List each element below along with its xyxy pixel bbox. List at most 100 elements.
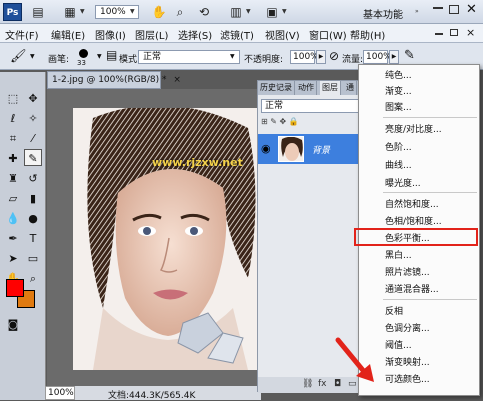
layer-blend-mode-select[interactable]: 正常 xyxy=(261,99,365,113)
close-icon[interactable]: ✕ xyxy=(466,2,477,17)
minimize-icon[interactable] xyxy=(433,6,443,9)
brush-panel-icon[interactable]: ▤ xyxy=(106,48,117,62)
chevron-down-icon[interactable]: ▼ xyxy=(246,8,251,15)
portrait-photo[interactable] xyxy=(73,108,263,370)
opacity-label: 不透明度: xyxy=(244,55,284,65)
clone-stamp-tool-icon[interactable]: ♜ xyxy=(4,170,22,187)
highlight-box xyxy=(354,228,478,246)
menu-file[interactable]: 文件(F) xyxy=(5,27,39,42)
chevron-down-icon[interactable]: ▼ xyxy=(130,8,135,15)
blend-mode-select[interactable]: 正常 xyxy=(138,50,240,64)
menu-item-2-5[interactable]: 通道混合器... xyxy=(359,283,481,298)
quick-mask-icon[interactable]: ◙ xyxy=(4,316,22,333)
menu-window[interactable]: 窗口(W) xyxy=(309,27,347,42)
flow-stepper[interactable]: ▶ xyxy=(389,50,399,64)
menu-item-2-0[interactable]: 自然饱和度... xyxy=(359,198,481,213)
opacity-input[interactable]: 100% xyxy=(290,50,319,64)
move-tool-icon[interactable]: ✥ xyxy=(24,90,42,107)
spot-heal-tool-icon[interactable]: ✚ xyxy=(4,150,22,167)
menu-separator xyxy=(383,299,477,300)
layer-style-icon[interactable]: fx xyxy=(318,379,327,389)
menu-item-0-2[interactable]: 图案... xyxy=(359,101,481,116)
brush-tool-icon[interactable]: 🖌 xyxy=(10,49,27,64)
menu-layer[interactable]: 图层(L) xyxy=(135,27,168,42)
menu-item-0-0[interactable]: 纯色... xyxy=(359,69,481,84)
menu-item-3-0[interactable]: 反相 xyxy=(359,305,481,320)
menu-image[interactable]: 图像(I) xyxy=(95,27,126,42)
chevron-down-icon[interactable]: ▼ xyxy=(80,8,85,15)
brush-tool-icon[interactable]: ✎ xyxy=(24,149,42,166)
doc-close-icon[interactable]: × xyxy=(466,26,475,39)
menu-item-1-1[interactable]: 色阶... xyxy=(359,141,481,156)
chevron-down-icon[interactable]: ▼ xyxy=(97,53,102,60)
lock-transparent-icon[interactable]: ⊞ xyxy=(261,117,268,126)
tablet-pressure-icon[interactable]: ⊘ xyxy=(329,49,339,63)
visibility-eye-icon[interactable]: ◉ xyxy=(261,142,271,155)
menu-view[interactable]: 视图(V) xyxy=(265,27,300,42)
lock-move-icon[interactable]: ✥ xyxy=(280,117,287,126)
menu-item-3-1[interactable]: 色调分离... xyxy=(359,322,481,337)
menu-edit[interactable]: 编辑(E) xyxy=(51,27,85,42)
rotate-view-icon[interactable]: ⟲ xyxy=(196,5,212,19)
lock-brush-icon[interactable]: ✎ xyxy=(270,117,277,126)
history-brush-tool-icon[interactable]: ↺ xyxy=(24,170,42,187)
gradient-tool-icon[interactable]: ▮ xyxy=(24,190,42,207)
opacity-stepper[interactable]: ▶ xyxy=(316,50,326,64)
arrange-documents-icon[interactable]: ▥ xyxy=(228,5,244,19)
layer-row-background[interactable]: ◉ 背景 xyxy=(258,134,370,164)
dodge-tool-icon[interactable]: ● xyxy=(24,210,42,227)
doc-restore-icon[interactable] xyxy=(450,29,458,36)
pen-tool-icon[interactable]: ✒ xyxy=(4,230,22,247)
document-tab[interactable]: 1-2.jpg @ 100%(RGB/8) * × xyxy=(47,71,181,89)
doc-minimize-icon[interactable] xyxy=(435,33,443,35)
layer-name[interactable]: 背景 xyxy=(312,143,330,156)
menu-item-0-1[interactable]: 渐变... xyxy=(359,85,481,100)
menu-item-2-3[interactable]: 黑白... xyxy=(359,249,481,264)
tab-layers[interactable]: 图层 xyxy=(320,81,341,95)
app-bar: Ps ▤ ▦ ▼ 100% ▼ ✋ ⌕ ⟲ ▥ ▼ ▣ ▼ 基本功能 » ✕ xyxy=(0,0,483,24)
close-icon[interactable]: × xyxy=(173,75,181,85)
bridge-icon[interactable]: ▤ xyxy=(30,5,46,19)
hand-tool-icon[interactable]: ✋ xyxy=(151,5,167,19)
brush-size-value: 33 xyxy=(77,59,86,67)
menu-item-1-3[interactable]: 曝光度... xyxy=(359,177,481,192)
chevron-down-icon[interactable]: ▼ xyxy=(282,8,287,15)
eyedropper-tool-icon[interactable]: ⁄ xyxy=(24,130,42,147)
view-extras-icon[interactable]: ▦ xyxy=(62,5,78,19)
marquee-tool-icon[interactable]: ⬚ xyxy=(4,90,22,107)
menu-help[interactable]: 帮助(H) xyxy=(350,27,385,42)
menu-item-1-0[interactable]: 亮度/对比度... xyxy=(359,123,481,138)
maximize-icon[interactable] xyxy=(449,5,459,14)
lock-all-icon[interactable]: 🔒 xyxy=(289,117,299,126)
chevron-down-icon[interactable]: ▼ xyxy=(230,53,235,60)
lasso-tool-icon[interactable]: ℓ xyxy=(4,110,22,127)
brush-label: 画笔: xyxy=(48,55,70,65)
shape-tool-icon[interactable]: ▭ xyxy=(24,250,42,267)
crop-tool-icon[interactable]: ⌗ xyxy=(4,130,22,147)
screen-mode-icon[interactable]: ▣ xyxy=(264,5,280,19)
menu-filter[interactable]: 滤镜(T) xyxy=(220,27,254,42)
quick-select-tool-icon[interactable]: ✧ xyxy=(24,110,42,127)
tab-channels[interactable]: 通 xyxy=(344,81,357,95)
menu-item-2-4[interactable]: 照片滤镜... xyxy=(359,266,481,281)
link-layers-icon[interactable]: ⛓ xyxy=(302,379,313,389)
zoom-icon[interactable]: ⌕ xyxy=(24,270,42,287)
menu-bar: 文件(F) 编辑(E) 图像(I) 图层(L) 选择(S) 滤镜(T) 视图(V… xyxy=(0,24,483,43)
blur-tool-icon[interactable]: 💧 xyxy=(4,210,22,227)
tab-actions[interactable]: 动作 xyxy=(296,81,317,95)
path-select-tool-icon[interactable]: ➤ xyxy=(4,250,22,267)
chevron-down-icon[interactable]: ▼ xyxy=(30,53,35,60)
tab-history[interactable]: 历史记录 xyxy=(258,81,295,95)
menu-select[interactable]: 选择(S) xyxy=(178,27,212,42)
workspace-switcher[interactable]: 基本功能 xyxy=(363,6,403,21)
eraser-tool-icon[interactable]: ▱ xyxy=(4,190,22,207)
brush-preset-picker[interactable]: 33 xyxy=(73,48,95,67)
chevron-double-right-icon[interactable]: » xyxy=(415,8,419,15)
type-tool-icon[interactable]: T xyxy=(24,230,42,247)
flow-input[interactable]: 100% xyxy=(363,50,392,64)
foreground-color-swatch[interactable] xyxy=(6,279,24,297)
zoom-tool-icon[interactable]: ⌕ xyxy=(172,5,188,19)
status-zoom-input[interactable]: 100% xyxy=(45,386,75,400)
airbrush-icon[interactable]: ✎ xyxy=(404,48,415,63)
menu-item-1-2[interactable]: 曲线... xyxy=(359,159,481,174)
